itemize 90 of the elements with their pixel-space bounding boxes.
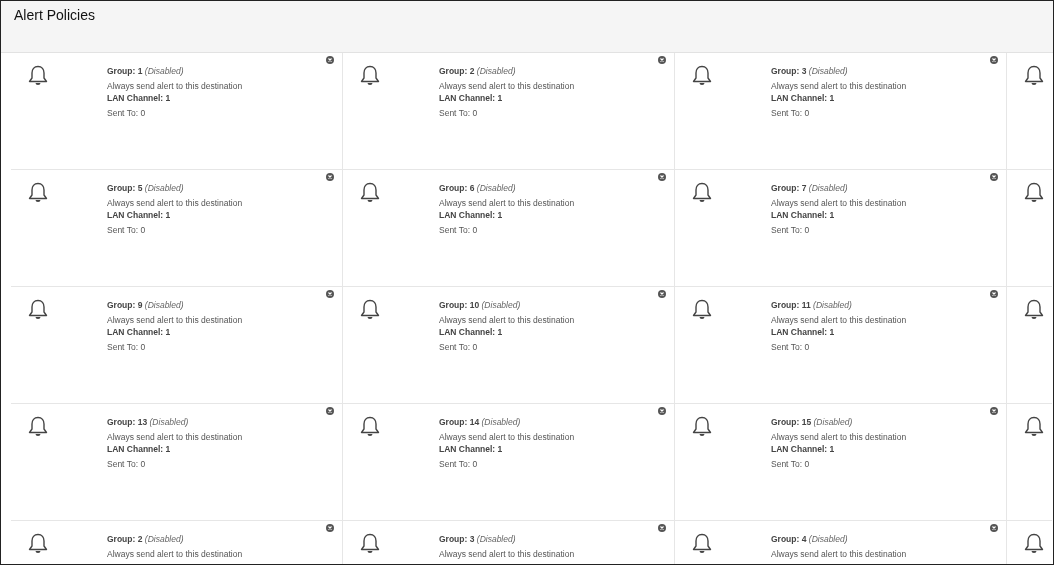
- close-icon[interactable]: [990, 56, 998, 64]
- lan-channel-text: LAN Channel: 1: [771, 327, 836, 337]
- bell-icon: [28, 416, 48, 438]
- lan-channel-text: LAN Channel: 1: [439, 93, 504, 103]
- group-heading: Group: 3 (Disabled): [771, 66, 849, 76]
- group-heading: Group: 11 (Disabled): [771, 300, 853, 310]
- group-heading: Group: 6 (Disabled): [439, 183, 517, 193]
- lan-channel-text: LAN Channel: 1: [771, 93, 836, 103]
- bell-icon: [1024, 299, 1044, 321]
- bell-icon: [28, 533, 48, 555]
- bell-icon: [28, 65, 48, 87]
- group-heading: Group: 2 (Disabled): [107, 534, 185, 544]
- sent-to-text: Sent To: 0: [439, 342, 479, 352]
- bell-icon: [360, 299, 380, 321]
- close-icon[interactable]: [658, 524, 666, 532]
- sent-to-text: Sent To: 0: [771, 459, 811, 469]
- bell-icon: [28, 299, 48, 321]
- bell-icon: [1024, 65, 1044, 87]
- description-text: Always send alert to this destination: [771, 315, 907, 325]
- description-text: Always send alert to this destination: [107, 315, 243, 325]
- sent-to-text: Sent To: 0: [771, 225, 811, 235]
- group-heading: Group: 15 (Disabled): [771, 417, 854, 427]
- bell-icon: [1024, 182, 1044, 204]
- lan-channel-text: LAN Channel: 1: [439, 210, 504, 220]
- sent-to-text: Sent To: 0: [439, 225, 479, 235]
- close-icon[interactable]: [326, 524, 334, 532]
- close-icon[interactable]: [658, 173, 666, 181]
- bell-icon: [692, 299, 712, 321]
- group-heading: Group: 10 (Disabled): [439, 300, 522, 310]
- group-heading: Group: 4 (Disabled): [771, 534, 849, 544]
- bell-icon: [28, 182, 48, 204]
- page-title: Alert Policies: [14, 7, 96, 23]
- lan-channel-text: LAN Channel: 1: [107, 327, 172, 337]
- close-icon[interactable]: [326, 56, 334, 64]
- bell-icon: [692, 416, 712, 438]
- bell-icon: [360, 416, 380, 438]
- bell-icon: [692, 533, 712, 555]
- description-text: Always send alert to this destination: [439, 315, 575, 325]
- description-text: Always send alert to this destination: [771, 81, 907, 91]
- group-heading: Group: 9 (Disabled): [107, 300, 185, 310]
- description-text: Always send alert to this destination: [771, 549, 907, 559]
- close-icon[interactable]: [658, 290, 666, 298]
- close-icon[interactable]: [990, 524, 998, 532]
- close-icon[interactable]: [326, 173, 334, 181]
- group-heading: Group: 14 (Disabled): [439, 417, 522, 427]
- group-heading: Group: 2 (Disabled): [439, 66, 517, 76]
- sent-to-text: Sent To: 0: [439, 459, 479, 469]
- sent-to-text: Sent To: 0: [439, 108, 479, 118]
- bell-icon: [692, 65, 712, 87]
- close-icon[interactable]: [326, 290, 334, 298]
- description-text: Always send alert to this destination: [439, 432, 575, 442]
- bell-icon: [360, 182, 380, 204]
- description-text: Always send alert to this destination: [107, 549, 243, 559]
- group-heading: Group: 3 (Disabled): [439, 534, 517, 544]
- sent-to-text: Sent To: 0: [107, 225, 147, 235]
- lan-channel-text: LAN Channel: 1: [107, 444, 172, 454]
- sent-to-text: Sent To: 0: [107, 108, 147, 118]
- description-text: Always send alert to this destination: [439, 198, 575, 208]
- description-text: Always send alert to this destination: [771, 432, 907, 442]
- close-icon[interactable]: [326, 407, 334, 415]
- bell-icon: [692, 182, 712, 204]
- description-text: Always send alert to this destination: [107, 198, 243, 208]
- close-icon[interactable]: [990, 407, 998, 415]
- lan-channel-text: LAN Channel: 1: [107, 93, 172, 103]
- close-icon[interactable]: [658, 407, 666, 415]
- description-text: Always send alert to this destination: [107, 432, 243, 442]
- group-heading: Group: 13 (Disabled): [107, 417, 190, 427]
- sent-to-text: Sent To: 0: [107, 459, 147, 469]
- bell-icon: [1024, 416, 1044, 438]
- bell-icon: [1024, 533, 1044, 555]
- lan-channel-text: LAN Channel: 1: [439, 444, 504, 454]
- description-text: Always send alert to this destination: [439, 549, 575, 559]
- bell-icon: [360, 533, 380, 555]
- lan-channel-text: LAN Channel: 1: [771, 444, 836, 454]
- close-icon[interactable]: [658, 56, 666, 64]
- lan-channel-text: LAN Channel: 1: [439, 327, 504, 337]
- description-text: Always send alert to this destination: [439, 81, 575, 91]
- sent-to-text: Sent To: 0: [107, 342, 147, 352]
- group-heading: Group: 5 (Disabled): [107, 183, 185, 193]
- description-text: Always send alert to this destination: [107, 81, 243, 91]
- bell-icon: [360, 65, 380, 87]
- lan-channel-text: LAN Channel: 1: [771, 210, 836, 220]
- sent-to-text: Sent To: 0: [771, 342, 811, 352]
- group-heading: Group: 7 (Disabled): [771, 183, 849, 193]
- sent-to-text: Sent To: 0: [771, 108, 811, 118]
- group-heading: Group: 1 (Disabled): [107, 66, 185, 76]
- close-icon[interactable]: [990, 290, 998, 298]
- close-icon[interactable]: [990, 173, 998, 181]
- description-text: Always send alert to this destination: [771, 198, 907, 208]
- lan-channel-text: LAN Channel: 1: [107, 210, 172, 220]
